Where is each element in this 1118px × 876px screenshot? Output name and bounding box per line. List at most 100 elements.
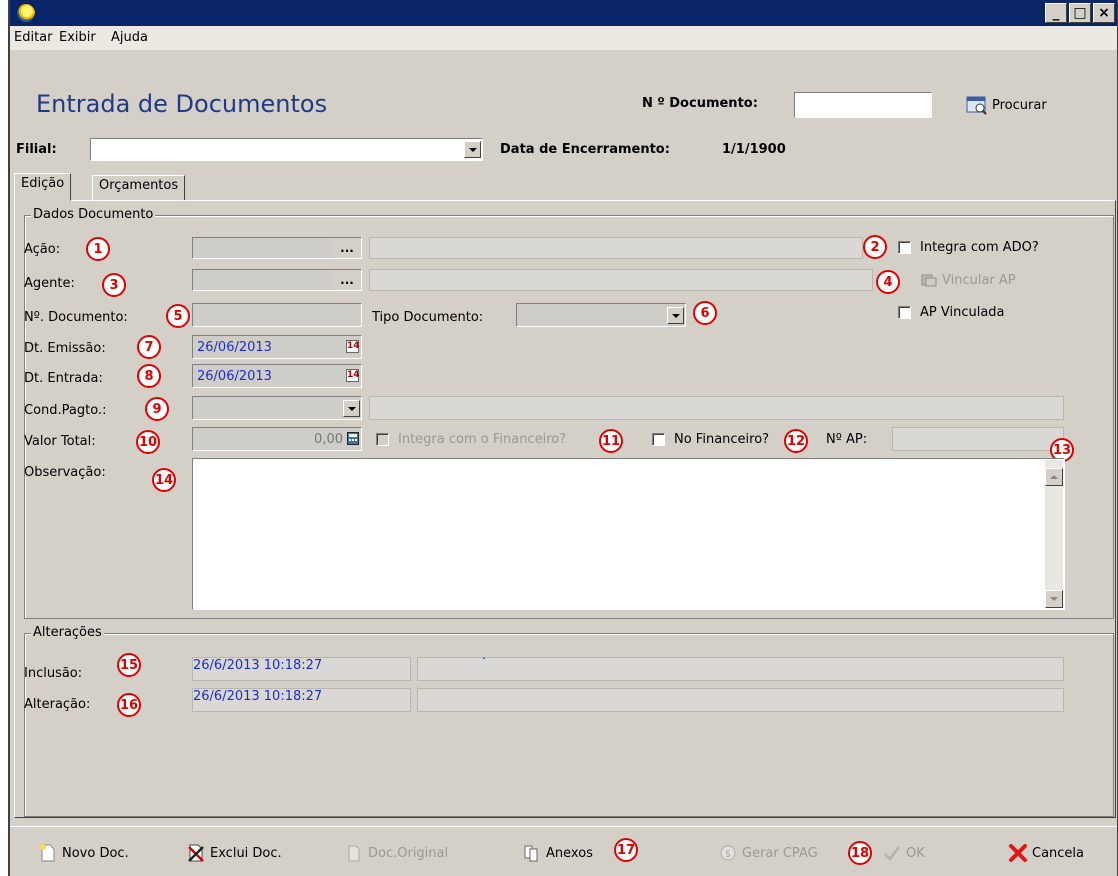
tipo-documento-select[interactable]	[516, 303, 686, 327]
acao-description-field	[369, 237, 863, 259]
cancela-label: Cancela	[1032, 845, 1085, 861]
attachments-icon	[524, 845, 538, 862]
inclusao-date-field: 26/6/2013 10:18:27	[192, 657, 411, 681]
cond-pagto-dropdown-button[interactable]	[343, 400, 360, 417]
filial-dropdown-button[interactable]	[464, 141, 481, 158]
tab-edicao[interactable]: Edição	[14, 173, 72, 201]
acao-lookup-button[interactable]: ...	[333, 238, 361, 258]
bottom-toolbar: Novo Doc. Exclui Doc. Doc.Original Anexo…	[10, 826, 1117, 876]
n-ap-input[interactable]	[892, 427, 1064, 451]
marker-6: 6	[693, 301, 717, 325]
search-button[interactable]: Procurar	[966, 95, 1047, 115]
novo-doc-label: Novo Doc.	[62, 845, 129, 861]
marker-11: 11	[599, 429, 623, 453]
n-ap-label: Nº AP:	[826, 432, 868, 447]
marker-7: 7	[137, 335, 161, 359]
valor-total-value: 0,00	[314, 432, 343, 447]
alteracao-user-field	[417, 688, 1064, 712]
scroll-up-button[interactable]	[1045, 468, 1063, 486]
checkmark-icon	[884, 846, 900, 861]
menu-exibir[interactable]: Exibir	[59, 30, 96, 45]
observacao-label: Observação:	[24, 465, 106, 480]
marker-14: 14	[152, 468, 176, 492]
minimize-button[interactable]: _	[1045, 3, 1067, 23]
dt-emissao-input[interactable]: 26/06/2013 14	[192, 335, 362, 359]
cond-pagto-label: Cond.Pagto.:	[24, 403, 107, 418]
marker-18: 18	[848, 841, 872, 865]
filial-label: Filial:	[16, 142, 57, 157]
tab-orcamentos[interactable]: Orçamentos	[92, 175, 186, 201]
doc-number-input[interactable]	[794, 92, 932, 118]
delete-document-icon	[188, 844, 204, 862]
ok-button[interactable]: OK	[882, 843, 925, 863]
marker-4: 4	[876, 270, 900, 294]
anexos-button[interactable]: Anexos	[522, 843, 593, 863]
menu-editar[interactable]: Editar	[14, 30, 53, 45]
acao-label: Ação:	[24, 242, 61, 257]
scroll-down-button[interactable]	[1045, 590, 1063, 608]
gerar-cpag-label: Gerar CPAG	[742, 845, 818, 861]
marker-3: 3	[102, 273, 126, 297]
search-button-label: Procurar	[992, 97, 1047, 113]
svg-text:$: $	[725, 849, 731, 860]
maximize-button[interactable]: □	[1069, 3, 1091, 23]
observacao-scrollbar[interactable]	[1045, 460, 1063, 608]
valor-total-label: Valor Total:	[24, 434, 96, 449]
agente-description-field	[369, 269, 873, 291]
cond-pagto-description-field	[369, 396, 1064, 420]
vincular-ap-button[interactable]: Vincular AP	[920, 272, 1016, 288]
acao-code-field[interactable]: ...	[192, 237, 362, 259]
marker-2: 2	[863, 235, 887, 259]
integra-financeiro-checkbox[interactable]	[376, 433, 389, 446]
inclusao-user-field: ·	[417, 652, 1064, 681]
dt-emissao-label: Dt. Emissão:	[24, 341, 106, 356]
integra-financeiro-label: Integra com o Financeiro?	[398, 432, 567, 447]
alteracao-date-field: 26/6/2013 10:18:27	[192, 688, 411, 712]
inclusao-label: Inclusão:	[24, 666, 83, 681]
novo-doc-button[interactable]: Novo Doc.	[38, 843, 129, 863]
integra-ado-checkbox[interactable]	[898, 241, 911, 254]
calendar-icon[interactable]: 14	[346, 369, 360, 382]
page-title: Entrada de Documentos	[36, 90, 328, 118]
valor-total-input[interactable]: 0,00	[192, 427, 362, 451]
ap-vinculada-label: AP Vinculada	[920, 305, 1005, 320]
vincular-ap-label: Vincular AP	[942, 272, 1016, 288]
marker-1: 1	[86, 237, 110, 261]
inclusao-user-value: ·	[482, 652, 487, 667]
close-button[interactable]: ×	[1093, 3, 1115, 23]
link-ap-icon	[921, 274, 937, 287]
exclui-doc-button[interactable]: Exclui Doc.	[186, 843, 282, 863]
n-documento-input[interactable]	[192, 303, 362, 327]
ok-label: OK	[906, 845, 925, 861]
integra-ado-label: Integra com ADO?	[920, 240, 1039, 255]
gerar-cpag-button[interactable]: $ Gerar CPAG	[718, 843, 818, 863]
ap-vinculada-checkbox[interactable]	[898, 306, 911, 319]
menu-ajuda[interactable]: Ajuda	[111, 30, 148, 45]
tipo-documento-dropdown-button[interactable]	[667, 307, 684, 324]
agente-label: Agente:	[24, 276, 75, 291]
filial-select[interactable]	[90, 138, 483, 161]
cancela-button[interactable]: Cancela	[1008, 843, 1084, 863]
alteracao-date-value: 26/6/2013 10:18:27	[193, 689, 323, 704]
calendar-icon[interactable]: 14	[346, 340, 360, 353]
doc-original-button[interactable]: Doc.Original	[344, 843, 448, 863]
observacao-textarea[interactable]	[192, 458, 1065, 610]
window-controls: _ □ ×	[1045, 3, 1115, 23]
app-logo-icon[interactable]	[16, 3, 36, 23]
no-financeiro-label: No Financeiro?	[674, 432, 770, 447]
marker-17: 17	[614, 838, 638, 862]
cond-pagto-select[interactable]	[192, 396, 362, 420]
dt-emissao-value: 26/06/2013	[197, 340, 272, 355]
dt-entrada-input[interactable]: 26/06/2013 14	[192, 364, 362, 388]
marker-15: 15	[117, 653, 141, 677]
agente-lookup-button[interactable]: ...	[333, 270, 361, 290]
calculator-icon[interactable]	[347, 432, 359, 445]
no-financeiro-checkbox[interactable]	[652, 433, 665, 446]
agente-code-field[interactable]: ...	[192, 269, 362, 291]
dados-documento-title: Dados Documento	[31, 207, 156, 222]
closing-date-label: Data de Encerramento:	[500, 142, 670, 157]
doc-number-label: N º Documento:	[642, 96, 758, 111]
original-document-icon	[348, 845, 360, 862]
alteracao-label: Alteração:	[24, 697, 91, 712]
n-documento-label: Nº. Documento:	[24, 310, 128, 325]
